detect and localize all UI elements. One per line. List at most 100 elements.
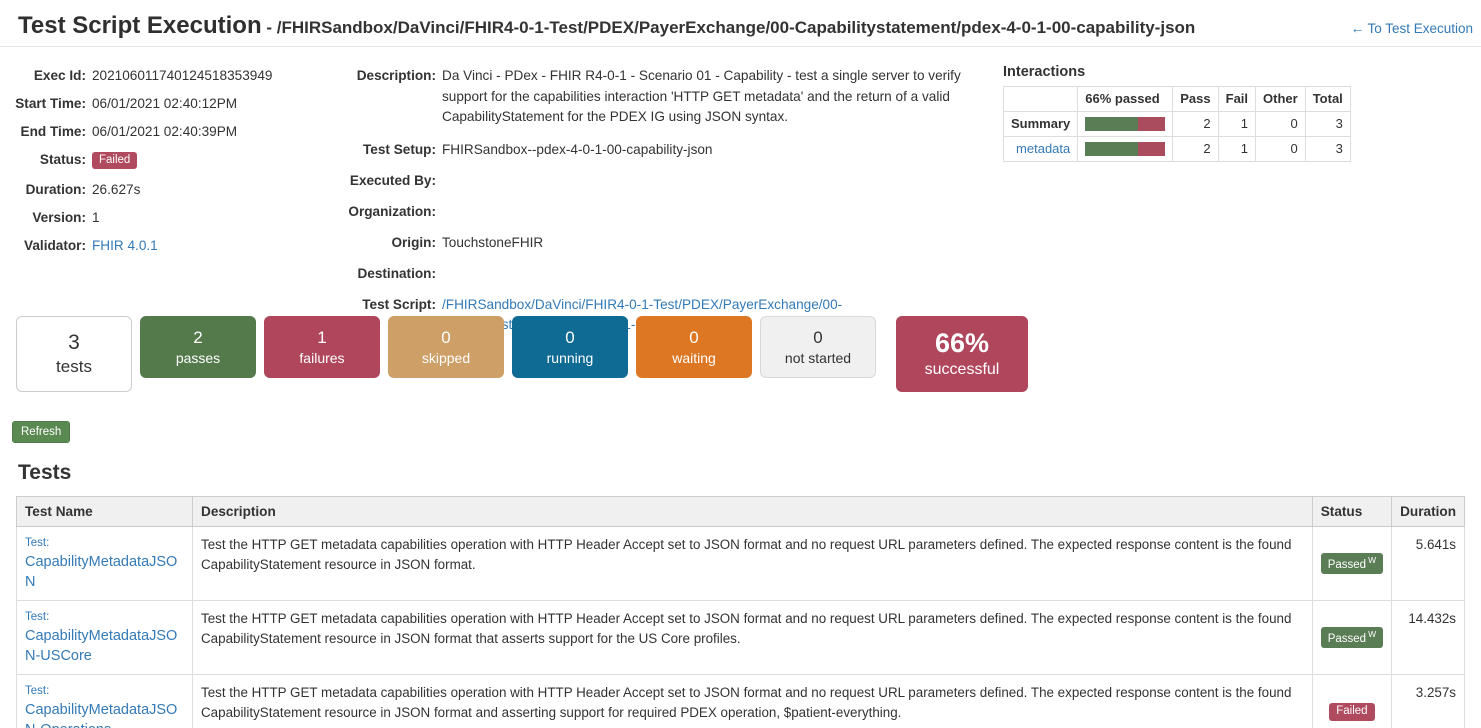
- validator-label: Validator:: [24, 238, 86, 253]
- interactions-title: Interactions: [1003, 64, 1086, 80]
- test-setup-value: FHIRSandbox--pdex-4-0-1-00-capability-js…: [442, 141, 713, 157]
- back-to-test-execution-link[interactable]: ← To Test Execution: [1350, 20, 1473, 36]
- test-name-link[interactable]: CapabilityMetadataJSON-Operations: [25, 700, 184, 728]
- tests-col-status: Status: [1311, 496, 1393, 527]
- stat-value: 2: [193, 327, 203, 347]
- interactions-row-summary: Summary 2 1 0 3: [1002, 111, 1351, 137]
- stat-value: 0: [689, 327, 699, 347]
- organization-row: Organization:: [340, 202, 980, 222]
- interactions-col-pass: Pass: [1172, 86, 1219, 112]
- validator-row: Validator: FHIR 4.0.1: [0, 236, 340, 256]
- interactions-metadata-link[interactable]: metadata: [1016, 141, 1070, 156]
- interactions-col-other: Other: [1255, 86, 1306, 112]
- version-label: Version:: [32, 210, 86, 225]
- origin-label: Origin:: [391, 234, 436, 250]
- table-row: Test: CapabilityMetadataJSON-USCore Test…: [16, 600, 1465, 675]
- tests-table: Test Name Description Status Duration Te…: [16, 496, 1465, 728]
- test-status-cell: Failed: [1311, 674, 1393, 728]
- stat-value: 0: [565, 327, 575, 347]
- success-percent-value: 66%: [934, 328, 990, 358]
- version-row: Version: 1: [0, 208, 340, 228]
- stat-box-successful: 66% successful: [896, 316, 1028, 392]
- interactions-other-value: 0: [1255, 136, 1306, 162]
- stat-box-waiting[interactable]: 0 waiting: [636, 316, 752, 378]
- success-percent-label: successful: [924, 361, 1000, 378]
- status-badge-sup: W: [1368, 554, 1377, 565]
- origin-value: TouchstoneFHIR: [442, 234, 544, 250]
- stat-value: 1: [317, 327, 327, 347]
- interactions-row-label: Summary: [1002, 111, 1079, 137]
- stat-box-skipped[interactable]: 0 skipped: [388, 316, 504, 378]
- end-time-label: End Time:: [20, 124, 86, 139]
- executed-by-row: Executed By:: [340, 171, 980, 191]
- duration-label: Duration:: [25, 182, 86, 197]
- interactions-pass-value: 2: [1172, 136, 1219, 162]
- test-name-cell: Test: CapabilityMetadataJSON: [16, 526, 193, 601]
- status-badge-label: Passed: [1327, 558, 1367, 571]
- interactions-table: 66% passed Pass Fail Other Total Summary: [1002, 86, 1351, 162]
- pass-bar-segment: [1085, 117, 1139, 131]
- interactions-row-link-cell[interactable]: metadata: [1002, 136, 1079, 162]
- test-setup-label: Test Setup:: [362, 141, 436, 157]
- stat-label: waiting: [672, 349, 716, 366]
- validator-link[interactable]: FHIR 4.0.1: [92, 238, 158, 253]
- test-name-cell: Test: CapabilityMetadataJSON-USCore: [16, 600, 193, 675]
- test-description-cell: Test the HTTP GET metadata capabilities …: [192, 526, 1313, 601]
- interactions-other-value: 0: [1255, 111, 1306, 137]
- test-prefix-label: Test:: [25, 611, 50, 623]
- interactions-pass-value: 2: [1172, 111, 1219, 137]
- page-title: Test Script Execution - /FHIRSandbox/DaV…: [18, 12, 1195, 40]
- test-name-cell: Test: CapabilityMetadataJSON-Operations: [16, 674, 193, 728]
- duration-value: 26.627s: [92, 182, 141, 197]
- interactions-row-metadata: metadata 2 1 0 3: [1002, 136, 1351, 162]
- status-badge-label: Passed: [1327, 632, 1367, 645]
- test-duration-cell: 3.257s: [1391, 674, 1465, 728]
- test-name-link[interactable]: CapabilityMetadataJSON: [25, 552, 184, 592]
- pass-fail-bar: [1085, 117, 1166, 131]
- start-time-value: 06/01/2021 02:40:12PM: [92, 96, 238, 111]
- version-value: 1: [92, 210, 100, 225]
- exec-id-row: Exec Id: 202106011740124518353949: [0, 66, 340, 86]
- stat-box-not-started[interactable]: 0 not started: [760, 316, 876, 378]
- test-description-cell: Test the HTTP GET metadata capabilities …: [192, 600, 1313, 675]
- test-prefix-label: Test:: [25, 537, 50, 549]
- stat-box-tests[interactable]: 3 tests: [16, 316, 132, 392]
- stat-box-failures[interactable]: 1 failures: [264, 316, 380, 378]
- status-badge: Passed W: [1320, 552, 1384, 575]
- fail-bar-segment: [1138, 117, 1166, 131]
- tests-col-test-name: Test Name: [16, 496, 193, 527]
- stat-value: 0: [441, 327, 451, 347]
- test-name-link[interactable]: CapabilityMetadataJSON-USCore: [25, 626, 184, 666]
- stat-boxes: 3 tests 2 passes 1 failures 0 skipped 0 …: [16, 316, 1036, 392]
- test-duration-cell: 14.432s: [1391, 600, 1465, 675]
- stat-box-passes[interactable]: 2 passes: [140, 316, 256, 378]
- stat-label: passes: [175, 349, 221, 366]
- page-title-path: /FHIRSandbox/DaVinci/FHIR4-0-1-Test/PDEX…: [276, 18, 1196, 37]
- pass-bar-segment: [1085, 142, 1139, 156]
- status-badge-label: Failed: [1336, 705, 1368, 718]
- origin-row: Origin: TouchstoneFHIR: [340, 233, 980, 253]
- table-row: Test: CapabilityMetadataJSON Test the HT…: [16, 526, 1465, 601]
- organization-label: Organization:: [348, 203, 436, 219]
- refresh-button[interactable]: Refresh: [12, 421, 71, 443]
- exec-id-value: 202106011740124518353949: [92, 68, 273, 83]
- test-setup-row: Test Setup: FHIRSandbox--pdex-4-0-1-00-c…: [340, 140, 980, 160]
- status-badge: Failed: [92, 151, 138, 170]
- table-row: Test: CapabilityMetadataJSON-Operations …: [16, 674, 1465, 728]
- interactions-total-value: 3: [1304, 111, 1351, 137]
- script-info-list: Description: Da Vinci - PDex - FHIR R4-0…: [340, 66, 980, 344]
- page-title-main: Test Script Execution: [18, 12, 262, 39]
- start-time-row: Start Time: 06/01/2021 02:40:12PM: [0, 94, 340, 114]
- tests-header-row: Test Name Description Status Duration: [16, 496, 1465, 527]
- start-time-label: Start Time:: [15, 96, 86, 111]
- fail-bar-segment: [1138, 142, 1166, 156]
- test-status-cell: Passed W: [1311, 600, 1393, 675]
- stat-label: not started: [784, 349, 852, 366]
- test-prefix-label: Test:: [25, 685, 50, 697]
- interactions-col-passed: 66% passed: [1077, 86, 1174, 112]
- left-arrow-icon: ←: [1350, 20, 1365, 36]
- executed-by-label: Executed By:: [349, 172, 436, 188]
- interactions-panel: Interactions 66% passed Pass Fail Other …: [1002, 64, 1351, 162]
- stat-box-running[interactable]: 0 running: [512, 316, 628, 378]
- tests-col-description: Description: [192, 496, 1313, 527]
